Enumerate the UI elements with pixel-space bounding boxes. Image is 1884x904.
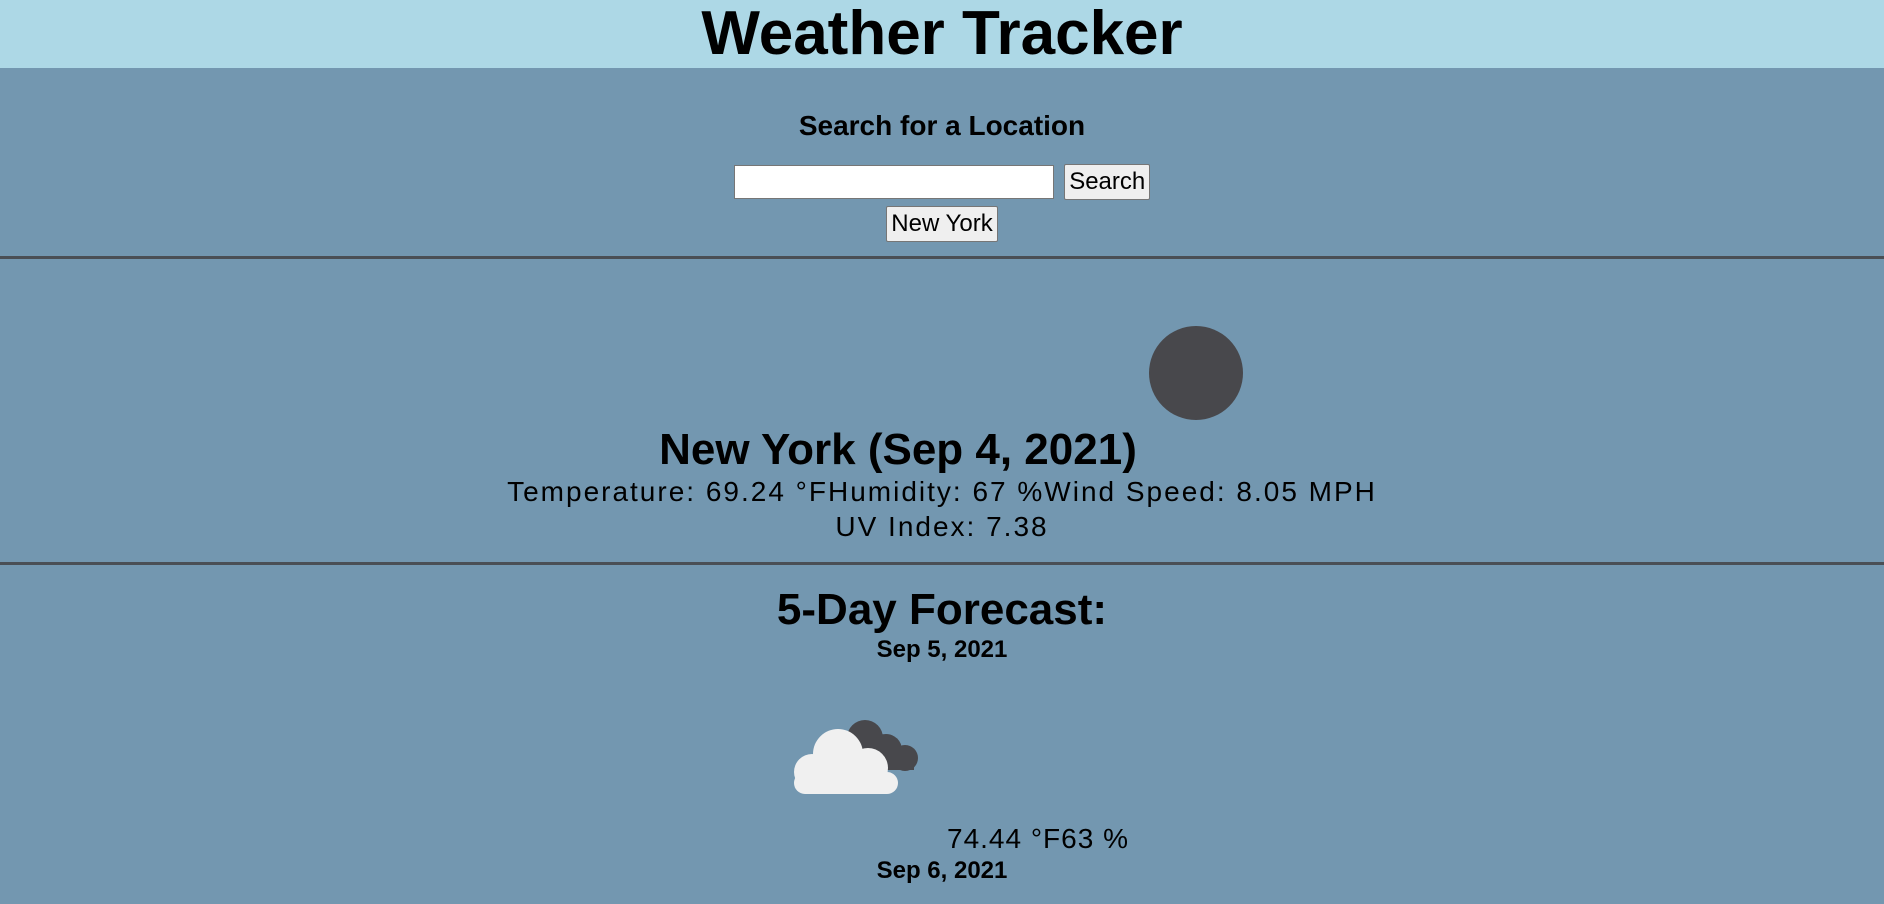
forecast-heading: 5-Day Forecast: — [776, 585, 1108, 634]
search-section: Search for a Location Search New York — [0, 68, 1884, 256]
search-heading: Search for a Location — [798, 110, 1086, 141]
current-uv-index: UV Index: 7.38 — [835, 511, 1049, 542]
search-row: Search — [0, 164, 1884, 200]
current-humidity: Humidity: 67 % — [828, 476, 1045, 507]
forecast-humidity: 63 % — [1061, 823, 1129, 854]
current-wind-speed: Wind Speed: 8.05 MPH — [1044, 476, 1377, 507]
history-button-new-york[interactable]: New York — [886, 206, 998, 242]
current-temperature: Temperature: 69.24 °F — [507, 476, 828, 507]
search-input[interactable] — [733, 165, 1054, 199]
app-title: Weather Tracker — [701, 0, 1183, 68]
partly-cloudy-icon — [794, 720, 918, 794]
current-weather: New York (Sep 4, 2021) Temperature: 69.2… — [0, 259, 1884, 562]
current-city-date: New York (Sep 4, 2021) — [659, 425, 1137, 474]
search-history: New York — [0, 206, 1884, 242]
forecast-section: 5-Day Forecast: Sep 5, 2021 74.44 °F63 %… — [0, 565, 1884, 903]
forecast-values: 74.44 °F63 % — [947, 822, 1129, 856]
forecast-temperature: 74.44 °F — [947, 823, 1062, 854]
page-header: Weather Tracker — [0, 0, 1884, 68]
search-button[interactable]: Search — [1064, 164, 1151, 200]
dark-circle-icon — [1149, 326, 1243, 420]
forecast-date: Sep 5, 2021 — [876, 636, 1008, 663]
current-stats: Temperature: 69.24 °FHumidity: 67 %Wind … — [0, 475, 1884, 509]
forecast-date: Sep 6, 2021 — [876, 857, 1008, 884]
